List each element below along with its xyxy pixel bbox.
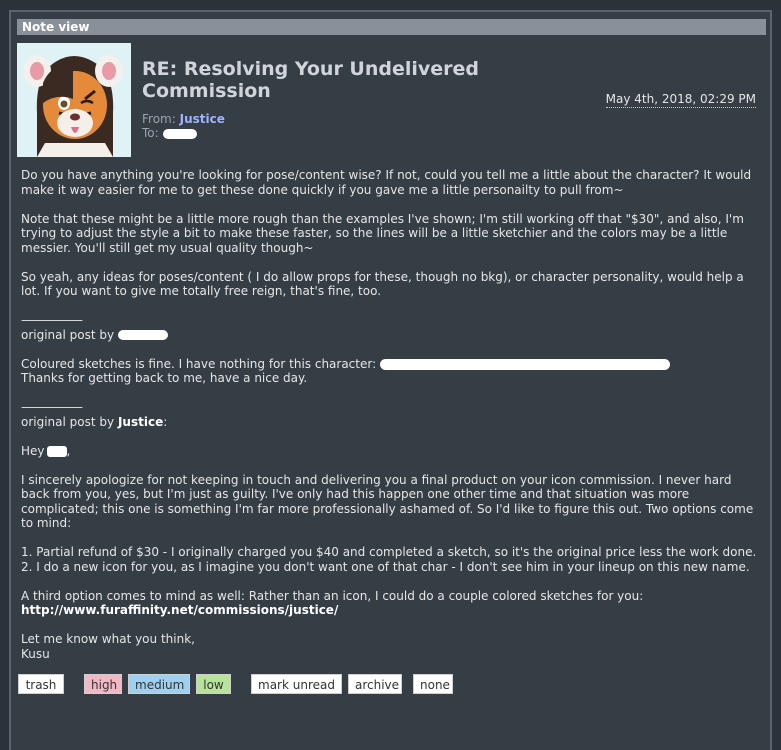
body-paragraph: Note that these might be a little more r… xyxy=(21,211,744,255)
original-post-author: Justice xyxy=(117,414,164,429)
priority-medium-button[interactable]: medium xyxy=(128,674,190,694)
redacted-recipient xyxy=(162,128,197,139)
quoted-paragraph: A third option comes to mind as well: Ra… xyxy=(21,589,761,618)
quoted-message: Coloured sketches is fine. I have nothin… xyxy=(21,357,761,386)
note-meta: From: Justice To: xyxy=(142,112,225,140)
note-date: May 4th, 2018, 02:29 PM xyxy=(605,92,756,108)
redacted-name xyxy=(46,445,67,457)
option-item: 1. Partial refund of $30 - I originally … xyxy=(21,545,757,559)
archive-button[interactable]: archive xyxy=(348,674,402,694)
quote-divider: —————— xyxy=(21,313,83,327)
quote-header: original post by Justice: xyxy=(21,415,761,430)
priority-high-button[interactable]: high xyxy=(84,674,122,694)
quote-header: original post by xyxy=(21,328,761,343)
quoted-line: Thanks for getting back to me, have a ni… xyxy=(21,371,308,385)
quoted-paragraph: I sincerely apologize for not keeping in… xyxy=(21,472,754,531)
note-subject: RE: Resolving Your Undelivered Commissio… xyxy=(142,58,480,102)
third-option-text: A third option comes to mind as well: Ra… xyxy=(21,588,644,603)
note-body: Do you have anything you're looking for … xyxy=(21,168,761,676)
avatar-image xyxy=(17,43,131,157)
from-line: From: Justice xyxy=(142,112,225,126)
original-post-label: original post by xyxy=(21,414,115,429)
trash-button[interactable]: trash xyxy=(18,674,64,694)
note-view-panel: Note view RE: Resolving Your Undelivered… xyxy=(9,10,772,750)
commission-link[interactable]: http://www.furaffinity.net/commissions/j… xyxy=(21,603,338,617)
greeting-comma: , xyxy=(66,443,71,458)
signature: Kusu xyxy=(21,646,50,661)
redacted-username xyxy=(117,330,168,340)
body-paragraph: So yeah, any ideas for poses/content ( I… xyxy=(21,269,744,299)
quote-divider: —————— xyxy=(21,400,83,414)
greeting: Hey, xyxy=(21,444,761,459)
closing-line: Let me know what you think, xyxy=(21,632,195,646)
to-label: To: xyxy=(142,126,159,140)
body-paragraph: Do you have anything you're looking for … xyxy=(21,168,752,197)
sender-avatar[interactable] xyxy=(17,43,131,157)
panel-title: Note view xyxy=(17,19,766,35)
priority-low-button[interactable]: low xyxy=(196,674,231,694)
original-post-label: original post by xyxy=(21,327,115,342)
from-label: From: xyxy=(142,112,176,126)
option-item: 2. I do a new icon for you, as I imagine… xyxy=(21,559,750,574)
redacted-link xyxy=(379,358,670,370)
to-line: To: xyxy=(142,126,225,140)
quoted-line: Coloured sketches is fine. I have nothin… xyxy=(21,356,377,371)
closing: Let me know what you think, Kusu xyxy=(21,632,761,661)
greeting-word: Hey xyxy=(21,443,45,458)
options-list: 1. Partial refund of $30 - I originally … xyxy=(21,545,761,574)
colon: : xyxy=(163,414,168,429)
from-name-link[interactable]: Justice xyxy=(180,112,225,126)
mark-unread-button[interactable]: mark unread xyxy=(251,674,342,694)
none-button[interactable]: none xyxy=(413,674,453,694)
